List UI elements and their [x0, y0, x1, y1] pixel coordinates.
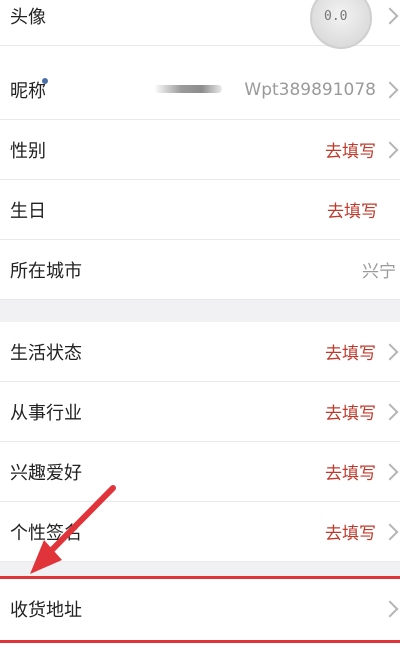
chevron-right-icon	[381, 81, 399, 98]
chevron-right-icon	[381, 7, 399, 24]
row-nickname[interactable]: 昵称 Wpt389891078	[0, 60, 400, 120]
row-gender-value: 去填写	[325, 142, 376, 162]
row-gender[interactable]: 性别 去填写	[0, 120, 400, 180]
section-divider	[0, 300, 400, 322]
row-signature[interactable]: 个性签名 去填写	[0, 502, 400, 562]
chevron-right-icon	[381, 523, 399, 540]
profile-settings-screen: 头像 0.0 昵称 Wpt389891078 性别 去填写 生日 去填写 所在城…	[0, 0, 400, 649]
row-gender-label: 性别	[10, 140, 46, 162]
row-shipping-address[interactable]: 收货地址	[0, 579, 400, 639]
row-hobbies-label: 兴趣爱好	[10, 462, 82, 484]
chevron-right-icon	[381, 141, 399, 158]
row-industry[interactable]: 从事行业 去填写	[0, 382, 400, 442]
row-life-status-value: 去填写	[325, 344, 376, 364]
row-city[interactable]: 所在城市 兴宁	[0, 240, 400, 300]
row-birthday[interactable]: 生日 去填写	[0, 180, 400, 240]
row-signature-value: 去填写	[325, 524, 376, 544]
chevron-right-icon	[381, 343, 399, 360]
row-life-status-label: 生活状态	[10, 342, 82, 364]
row-birthday-value: 去填写	[327, 202, 378, 222]
row-shipping-address-label: 收货地址	[10, 600, 82, 621]
avatar-face-text: 0.0	[324, 9, 348, 24]
chevron-right-icon	[381, 600, 399, 618]
row-birthday-label: 生日	[10, 200, 46, 222]
row-hobbies-value: 去填写	[325, 464, 376, 484]
row-hobbies[interactable]: 兴趣爱好 去填写	[0, 442, 400, 502]
highlight-border-bottom	[0, 640, 400, 643]
row-nickname-value: Wpt389891078	[244, 79, 376, 100]
chevron-right-icon	[381, 463, 399, 480]
row-avatar[interactable]: 头像 0.0	[0, 0, 400, 49]
row-nickname-label: 昵称	[10, 80, 46, 102]
row-signature-label: 个性签名	[10, 522, 82, 544]
row-city-label: 所在城市	[10, 260, 82, 282]
row-avatar-label: 头像	[10, 6, 46, 28]
row-industry-value: 去填写	[325, 404, 376, 424]
avatar[interactable]: 0.0	[310, 0, 372, 49]
cursor-dot-icon	[42, 78, 48, 84]
row-industry-label: 从事行业	[10, 402, 82, 424]
blurred-nickname-mark	[154, 85, 222, 93]
row-life-status[interactable]: 生活状态 去填写	[0, 322, 400, 382]
row-city-value: 兴宁	[362, 262, 396, 282]
chevron-right-icon	[381, 403, 399, 420]
